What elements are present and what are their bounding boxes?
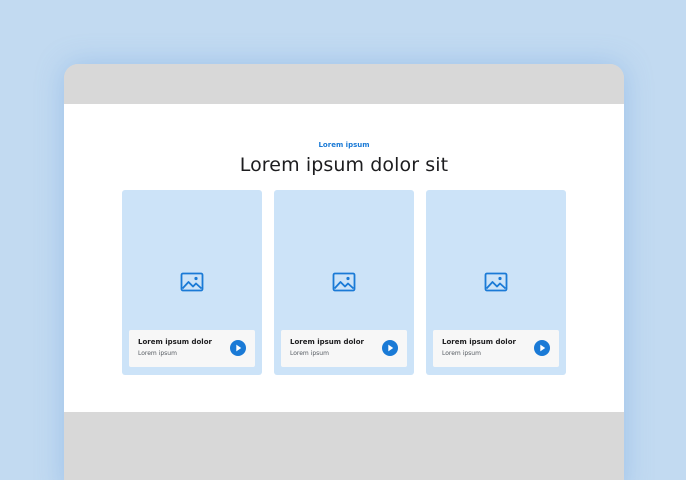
media-card[interactable]: Lorem ipsum dolor Lorem ipsum (274, 190, 414, 375)
browser-bottom-bar (64, 412, 624, 480)
card-info-panel: Lorem ipsum dolor Lorem ipsum (433, 330, 559, 367)
card-info-panel: Lorem ipsum dolor Lorem ipsum (129, 330, 255, 367)
browser-window: Lorem ipsum Lorem ipsum dolor sit Lorem … (64, 64, 624, 480)
card-subtitle: Lorem ipsum (290, 350, 329, 357)
browser-top-bar (64, 64, 624, 104)
media-card[interactable]: Lorem ipsum dolor Lorem ipsum (426, 190, 566, 375)
section-eyebrow: Lorem ipsum (318, 141, 370, 149)
card-title: Lorem ipsum dolor (290, 338, 364, 346)
card-title: Lorem ipsum dolor (138, 338, 212, 346)
content-section: Lorem ipsum Lorem ipsum dolor sit Lorem … (64, 104, 624, 412)
play-button[interactable] (534, 340, 550, 356)
image-icon (180, 272, 204, 292)
page-background: Lorem ipsum Lorem ipsum dolor sit Lorem … (0, 0, 686, 480)
play-icon (388, 344, 394, 352)
play-button[interactable] (230, 340, 246, 356)
play-button[interactable] (382, 340, 398, 356)
card-title: Lorem ipsum dolor (442, 338, 516, 346)
image-icon (484, 272, 508, 292)
card-subtitle: Lorem ipsum (442, 350, 481, 357)
card-info-panel: Lorem ipsum dolor Lorem ipsum (281, 330, 407, 367)
image-icon (332, 272, 356, 292)
card-subtitle: Lorem ipsum (138, 350, 177, 357)
play-icon (236, 344, 242, 352)
play-icon (540, 344, 546, 352)
media-card[interactable]: Lorem ipsum dolor Lorem ipsum (122, 190, 262, 375)
section-heading: Lorem ipsum dolor sit (239, 154, 449, 176)
